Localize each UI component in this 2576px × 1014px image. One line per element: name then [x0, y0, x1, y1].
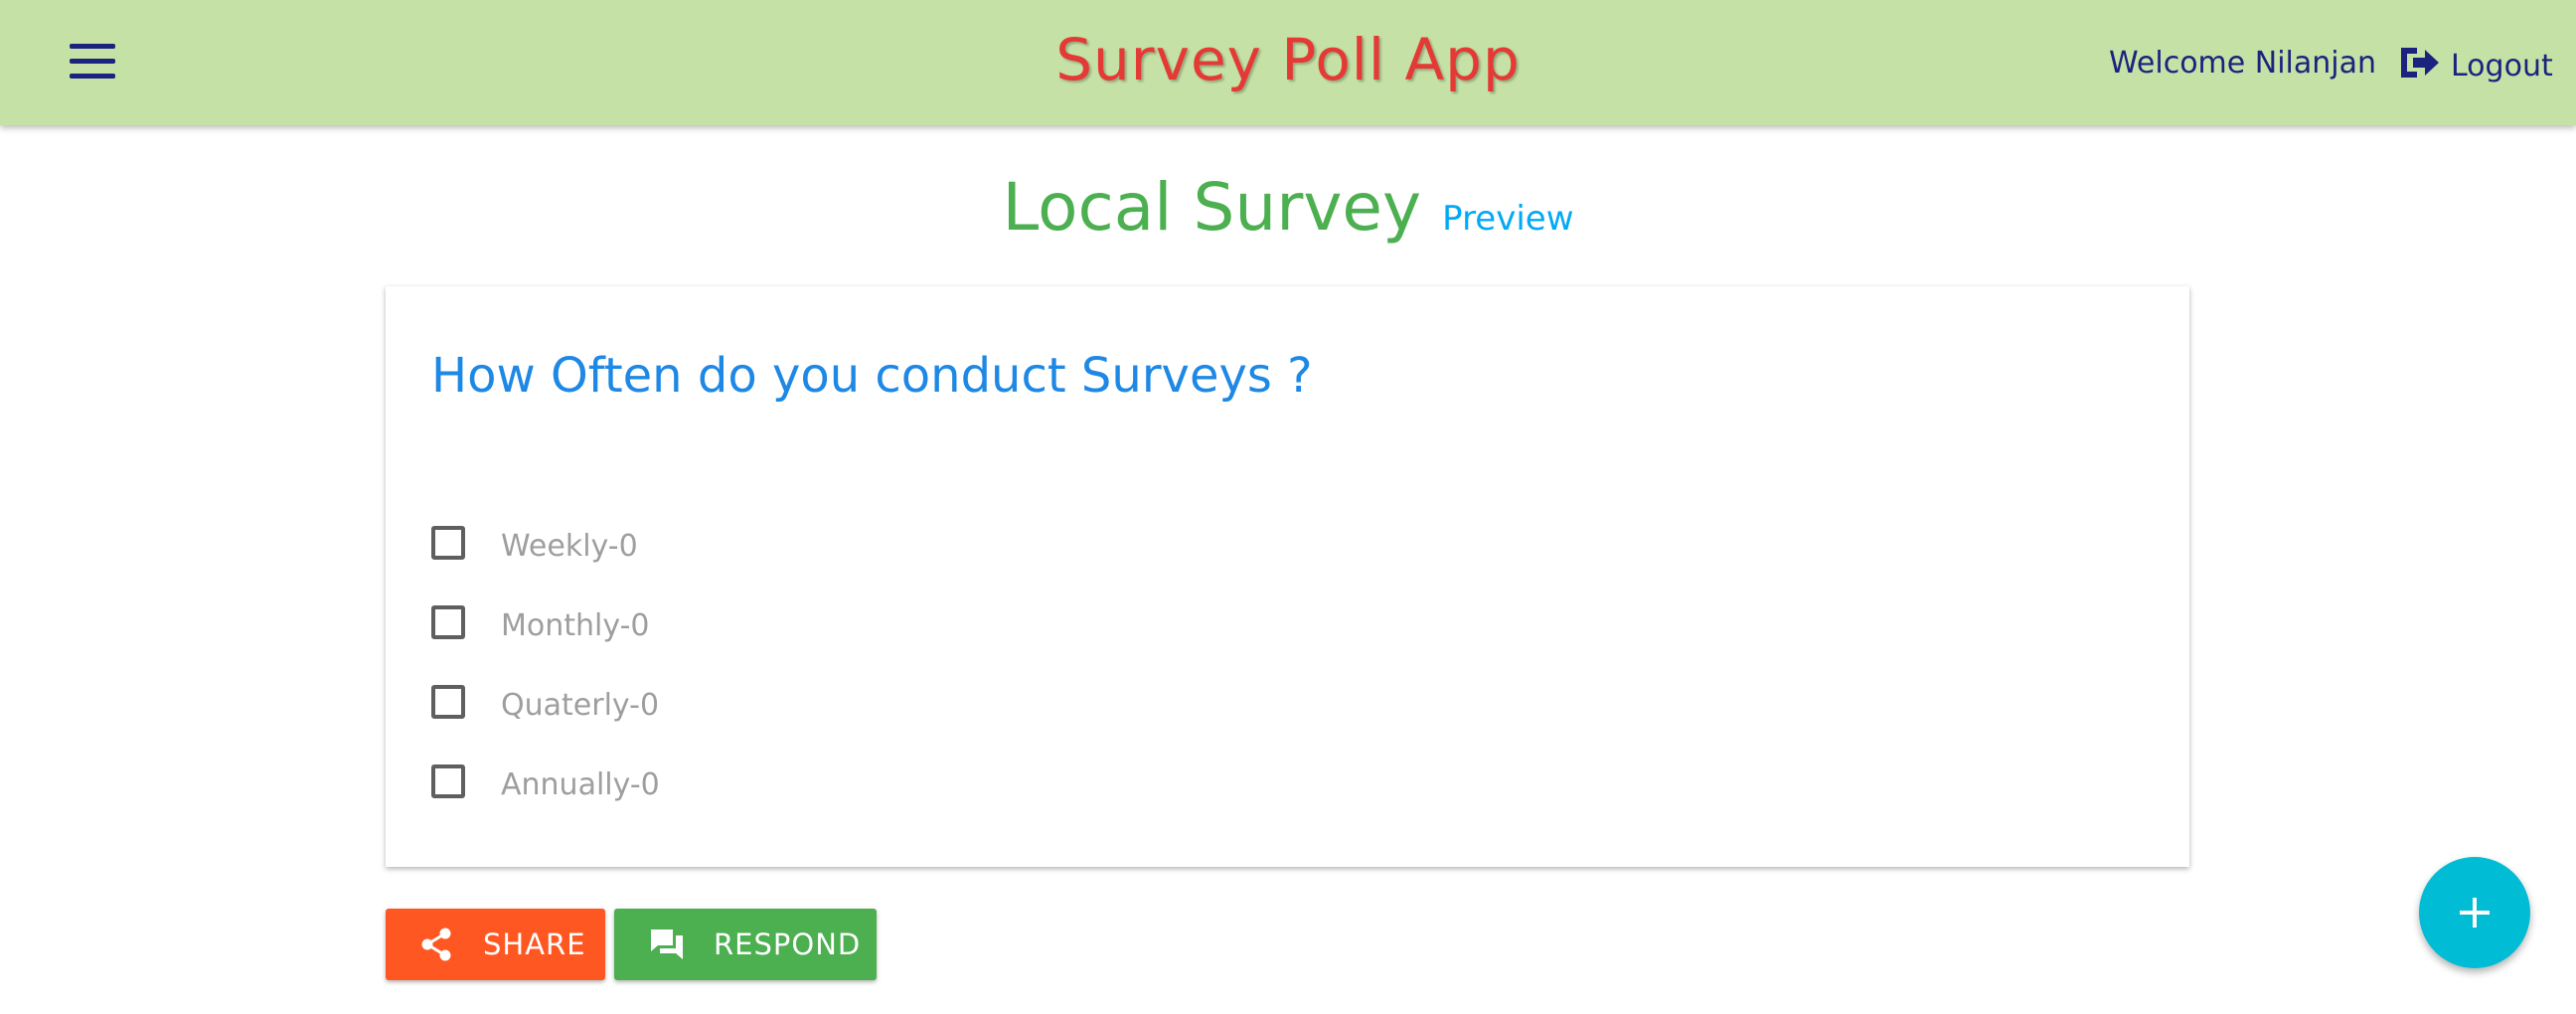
checkbox[interactable]	[431, 525, 465, 560]
survey-heading: Local Survey Preview	[0, 169, 2576, 246]
logout-button[interactable]: Logout	[2397, 42, 2553, 84]
forum-icon	[651, 930, 683, 959]
preview-link[interactable]: Preview	[1442, 199, 1573, 239]
option-monthly[interactable]: Monthly-0	[431, 600, 650, 643]
checkbox[interactable]	[431, 604, 465, 639]
option-label: Weekly-0	[501, 529, 638, 564]
share-icon	[421, 928, 451, 961]
question-card: How Often do you conduct Surveys ? Weekl…	[386, 286, 2189, 867]
welcome-text: Welcome Nilanjan	[2109, 46, 2377, 81]
app-header: Survey Poll App Welcome Nilanjan Logout	[0, 0, 2576, 125]
option-quaterly[interactable]: Quaterly-0	[431, 680, 659, 723]
sign-out-icon	[2401, 48, 2439, 78]
logout-label: Logout	[2451, 49, 2553, 84]
plus-icon	[2460, 898, 2490, 928]
option-label: Quaterly-0	[501, 688, 660, 723]
share-button[interactable]: SHARE	[386, 909, 605, 980]
option-annually[interactable]: Annually-0	[431, 760, 660, 802]
option-weekly[interactable]: Weekly-0	[431, 521, 638, 564]
survey-title: Local Survey	[1002, 169, 1422, 246]
checkbox[interactable]	[431, 684, 465, 719]
option-label: Monthly-0	[501, 608, 650, 643]
respond-label: RESPOND	[714, 928, 862, 961]
respond-button[interactable]: RESPOND	[614, 909, 877, 980]
option-label: Annually-0	[501, 767, 660, 802]
question-text: How Often do you conduct Surveys ?	[431, 348, 1313, 404]
add-fab-button[interactable]	[2419, 857, 2530, 968]
share-label: SHARE	[483, 928, 586, 961]
checkbox[interactable]	[431, 763, 465, 798]
